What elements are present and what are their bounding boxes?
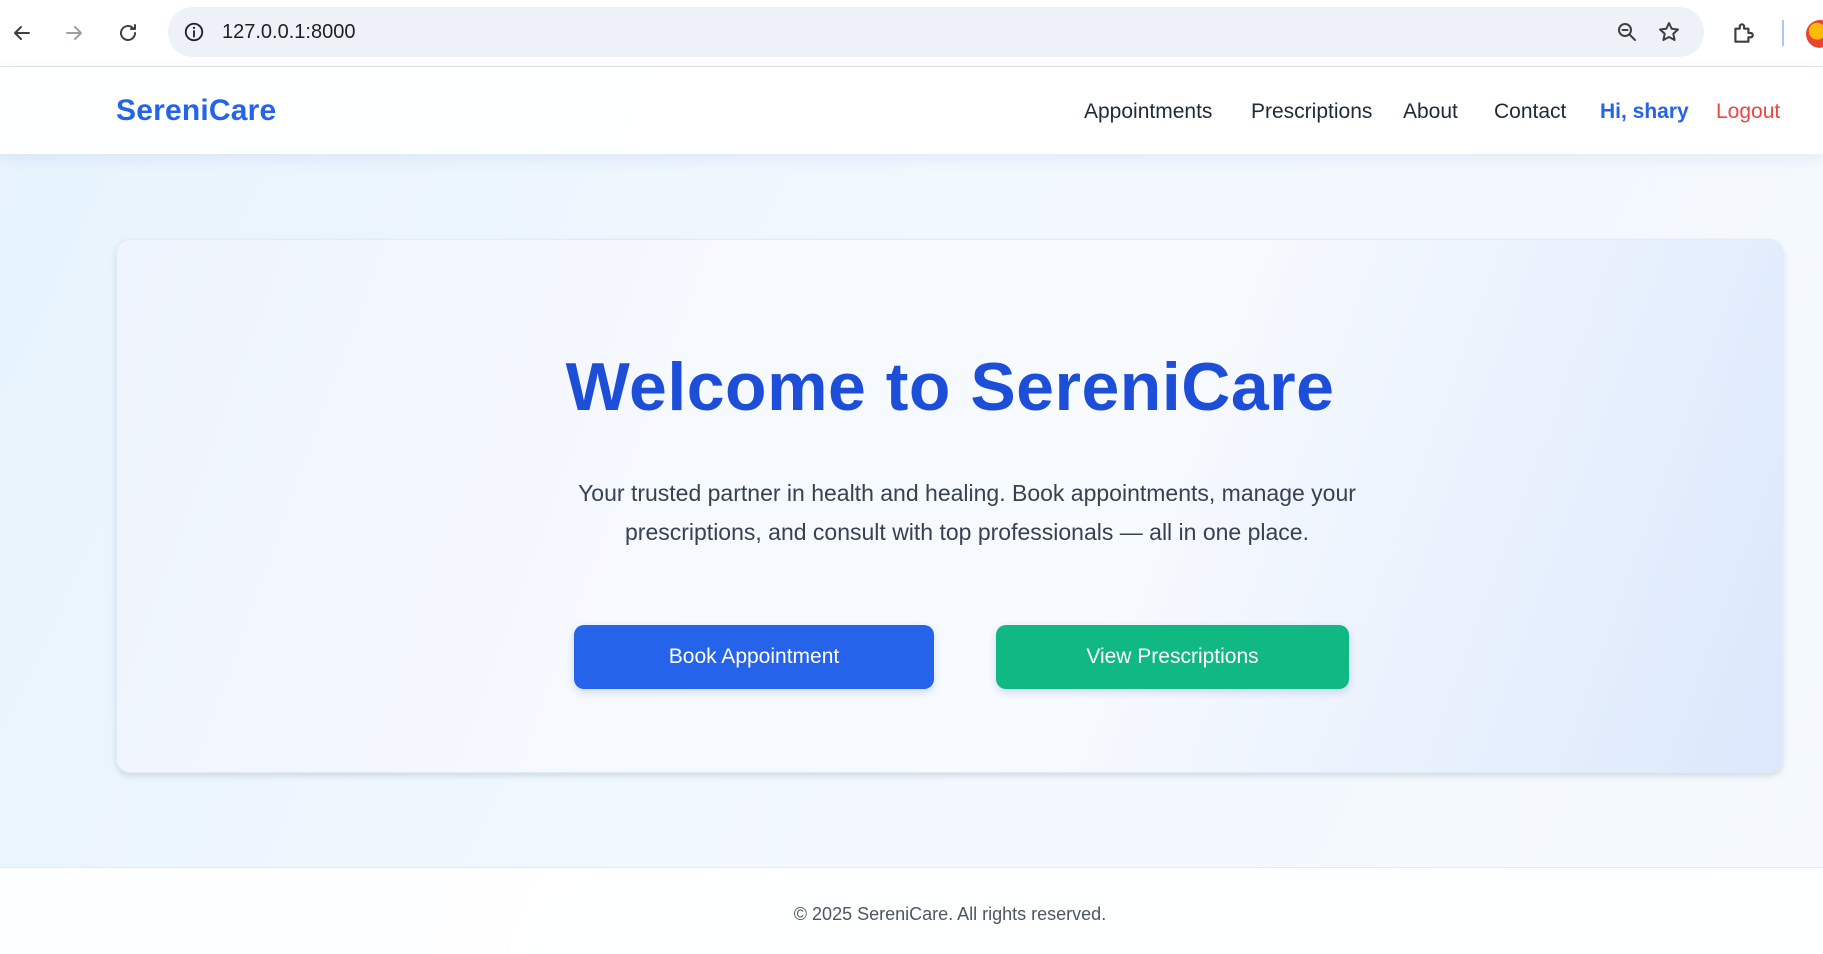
site-header: SereniCare Appointments Prescriptions Ab… bbox=[0, 67, 1823, 154]
view-prescriptions-button[interactable]: View Prescriptions bbox=[996, 625, 1349, 689]
zoom-icon[interactable] bbox=[1612, 17, 1642, 47]
reload-icon bbox=[120, 24, 136, 41]
back-arrow-icon bbox=[14, 26, 30, 40]
nav-link-contact[interactable]: Contact bbox=[1494, 100, 1566, 124]
nav-link-prescriptions[interactable]: Prescriptions bbox=[1251, 100, 1372, 124]
back-button[interactable] bbox=[1, 12, 43, 54]
hero-title: Welcome to SereniCare bbox=[565, 349, 1335, 425]
hero-subtitle-line-2: prescriptions, and consult with top prof… bbox=[625, 519, 1309, 545]
logout-link[interactable]: Logout bbox=[1716, 100, 1780, 124]
browser-toolbar: 127.0.0.1:8000 bbox=[0, 0, 1823, 67]
url-text[interactable]: 127.0.0.1:8000 bbox=[222, 21, 355, 44]
address-bar[interactable]: 127.0.0.1:8000 bbox=[168, 7, 1704, 57]
page-body: SereniCare Appointments Prescriptions Ab… bbox=[0, 67, 1823, 954]
forward-arrow-icon bbox=[66, 26, 82, 40]
nav-link-appointments[interactable]: Appointments bbox=[1084, 100, 1212, 124]
toolbar-divider bbox=[1782, 20, 1784, 46]
user-greeting[interactable]: Hi, shary bbox=[1600, 100, 1689, 124]
site-info-icon[interactable] bbox=[178, 16, 210, 48]
brand-logo[interactable]: SereniCare bbox=[116, 94, 276, 128]
hero-subtitle: Your trusted partner in health and heali… bbox=[552, 474, 1382, 552]
hero-subtitle-line-1: Your trusted partner in health and heali… bbox=[578, 480, 1356, 506]
profile-avatar[interactable] bbox=[1806, 20, 1823, 48]
bookmark-star-icon[interactable] bbox=[1654, 17, 1684, 47]
footer-copyright: © 2025 SereniCare. All rights reserved. bbox=[793, 904, 1107, 924]
extensions-icon[interactable] bbox=[1724, 14, 1762, 52]
book-appointment-button[interactable]: Book Appointment bbox=[574, 625, 934, 689]
forward-button[interactable] bbox=[53, 12, 95, 54]
site-footer: © 2025 SereniCare. All rights reserved. bbox=[0, 867, 1823, 954]
reload-button[interactable] bbox=[107, 12, 149, 54]
nav-link-about[interactable]: About bbox=[1403, 100, 1458, 124]
